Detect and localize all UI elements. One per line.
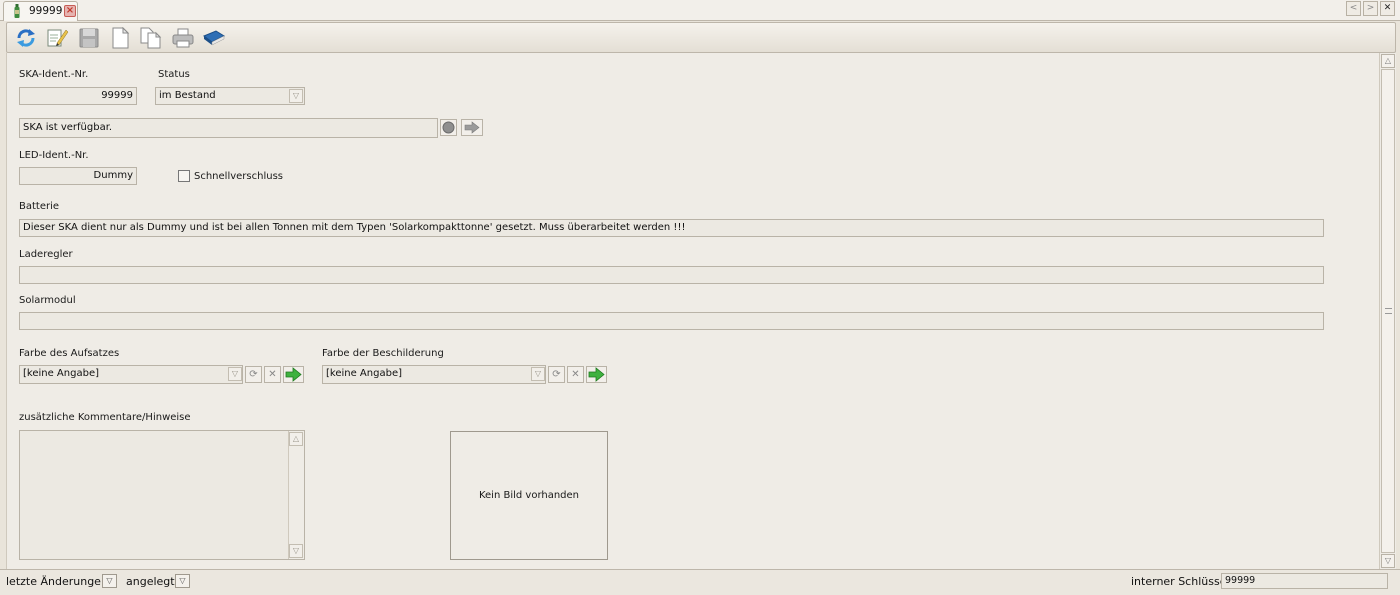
farbe-aufsatz-label: Farbe des Aufsatzes bbox=[19, 348, 120, 359]
ska-ident-label: SKA-Ident.-Nr. bbox=[19, 69, 89, 80]
scroll-up-icon[interactable]: △ bbox=[1381, 54, 1395, 68]
tab-label: 99999 bbox=[29, 5, 63, 17]
solarmodul-label: Solarmodul bbox=[19, 295, 76, 306]
status-select[interactable]: im Bestand bbox=[155, 87, 305, 105]
scroll-thumb[interactable] bbox=[1381, 69, 1395, 553]
interner-schluessel-field: 99999 bbox=[1221, 573, 1388, 589]
kommentare-textarea[interactable] bbox=[19, 430, 305, 560]
forward-arrow-icon[interactable] bbox=[461, 119, 483, 136]
laderegler-label: Laderegler bbox=[19, 249, 73, 260]
schnellverschluss-checkbox[interactable] bbox=[178, 170, 190, 182]
main-scrollbar[interactable]: △ ▽ bbox=[1379, 53, 1395, 569]
refresh-icon[interactable]: ⟳ bbox=[245, 366, 262, 383]
bottle-icon bbox=[14, 4, 20, 18]
refresh-icon[interactable] bbox=[14, 27, 38, 49]
print-icon[interactable] bbox=[171, 27, 195, 49]
farbe-aufsatz-select[interactable]: [keine Angabe] bbox=[19, 365, 243, 384]
nav-next-button[interactable]: > bbox=[1363, 1, 1378, 16]
toolbar bbox=[6, 22, 1396, 53]
tab-close-icon[interactable]: × bbox=[64, 5, 76, 17]
laderegler-field[interactable] bbox=[19, 266, 1324, 284]
batterie-label: Batterie bbox=[19, 201, 60, 212]
led-ident-field[interactable]: Dummy bbox=[19, 167, 137, 185]
tab-record[interactable]: 99999 × bbox=[3, 1, 78, 21]
nav-prev-button[interactable]: < bbox=[1346, 1, 1361, 16]
led-ident-label: LED-Ident.-Nr. bbox=[19, 150, 89, 161]
interner-schluessel-label: interner Schlüssel bbox=[1131, 575, 1230, 588]
apply-arrow-icon[interactable] bbox=[586, 366, 607, 383]
window-close-button[interactable]: ✕ bbox=[1380, 1, 1395, 16]
farbe-beschilderung-value: [keine Angabe] bbox=[326, 368, 402, 379]
apply-arrow-icon[interactable] bbox=[283, 366, 304, 383]
edit-icon[interactable] bbox=[45, 27, 69, 49]
farbe-aufsatz-value: [keine Angabe] bbox=[23, 368, 99, 379]
kommentare-scrollbar[interactable] bbox=[288, 431, 304, 559]
status-indicator-icon bbox=[440, 119, 457, 136]
status-value: im Bestand bbox=[159, 90, 216, 101]
grip-icon bbox=[1385, 308, 1392, 314]
save-icon[interactable] bbox=[77, 27, 101, 49]
tab-bar: 99999 × < > ✕ bbox=[0, 0, 1400, 21]
solarmodul-field[interactable] bbox=[19, 312, 1324, 330]
refresh-icon[interactable]: ⟳ bbox=[548, 366, 565, 383]
batterie-field[interactable]: Dieser SKA dient nur als Dummy und ist b… bbox=[19, 219, 1324, 237]
new-document-icon[interactable] bbox=[108, 27, 132, 49]
scroll-down-icon[interactable]: ▽ bbox=[1381, 554, 1395, 568]
kommentare-label: zusätzliche Kommentare/Hinweise bbox=[19, 412, 191, 423]
schnellverschluss-label: Schnellverschluss bbox=[194, 171, 283, 182]
angelegt-dropdown[interactable]: ▽ bbox=[175, 574, 190, 588]
letzte-aenderungen-dropdown[interactable]: ▽ bbox=[102, 574, 117, 588]
status-bar: letzte Änderungen ▽ angelegt ▽ interner … bbox=[0, 569, 1400, 595]
clear-icon[interactable]: ✕ bbox=[567, 366, 584, 383]
image-placeholder[interactable]: Kein Bild vorhanden bbox=[450, 431, 608, 560]
clear-icon[interactable]: ✕ bbox=[264, 366, 281, 383]
angelegt-label: angelegt bbox=[126, 575, 175, 588]
farbe-beschilderung-select[interactable]: [keine Angabe] bbox=[322, 365, 546, 384]
scroll-down-icon[interactable]: ▽ bbox=[289, 544, 303, 558]
ska-ident-field[interactable]: 99999 bbox=[19, 87, 137, 105]
letzte-aenderungen-label: letzte Änderungen bbox=[6, 575, 108, 588]
status-label: Status bbox=[158, 69, 190, 80]
chevron-down-icon[interactable]: ▽ bbox=[531, 367, 545, 381]
copy-document-icon[interactable] bbox=[139, 27, 163, 49]
image-placeholder-text: Kein Bild vorhanden bbox=[478, 490, 580, 501]
farbe-beschilderung-label: Farbe der Beschilderung bbox=[322, 348, 444, 359]
book-icon[interactable] bbox=[202, 27, 226, 49]
chevron-down-icon[interactable]: ▽ bbox=[289, 89, 303, 103]
availability-field: SKA ist verfügbar. bbox=[19, 118, 438, 138]
chevron-down-icon[interactable]: ▽ bbox=[228, 367, 242, 381]
scroll-up-icon[interactable]: △ bbox=[289, 432, 303, 446]
